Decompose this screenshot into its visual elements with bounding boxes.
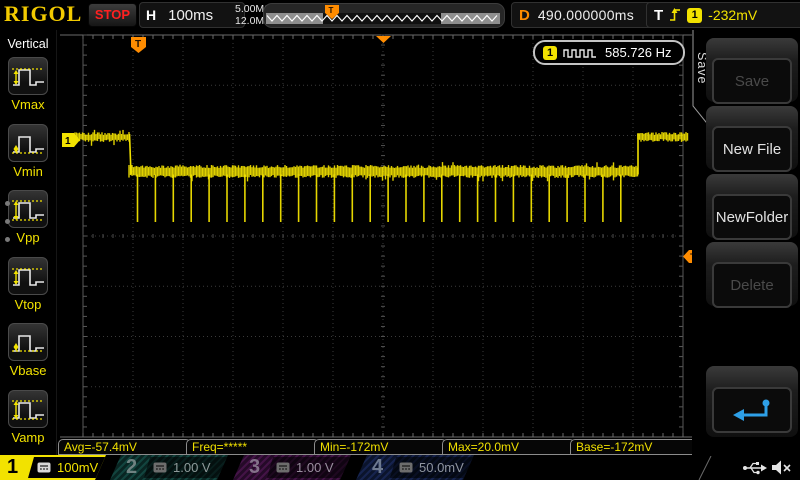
- sidebar-item-label: Vamp: [11, 430, 45, 445]
- trigger-source-chip: 1: [687, 7, 703, 23]
- trigger-position-flag[interactable]: T: [131, 37, 146, 53]
- sidebar-item-vmin[interactable]: Vmin: [0, 124, 56, 179]
- delay-value: 490.000000ms: [537, 7, 635, 23]
- sidebar-item-label: Vmax: [11, 97, 45, 112]
- trigger-level-value: -232mV: [708, 7, 758, 23]
- vamp-button[interactable]: [8, 390, 48, 428]
- horizontal-center-marker[interactable]: [376, 36, 391, 43]
- vamp-icon: [12, 400, 44, 420]
- channel-3-scale: 1.00 V: [296, 460, 334, 475]
- channel-1-button[interactable]: 1 100mV: [0, 455, 106, 480]
- waveform-display: 1TT 1 585.726 Hz: [57, 30, 700, 457]
- vpp-icon: [12, 200, 44, 221]
- channel-4-button[interactable]: 4 50.0mV: [356, 455, 474, 480]
- freq-counter-value: 585.726 Hz: [605, 45, 672, 60]
- sidebar-item-label: Vbase: [9, 363, 47, 378]
- rigol-logo: RIGOL: [4, 1, 83, 26]
- delete-button[interactable]: Delete: [712, 262, 792, 308]
- rising-edge-icon: [670, 8, 681, 21]
- svg-text:T: T: [135, 39, 141, 50]
- sidebar-item-vamp[interactable]: Vamp: [0, 390, 56, 445]
- horizontal-label: H: [146, 7, 157, 23]
- new-file-button[interactable]: New File: [712, 126, 792, 172]
- save-button[interactable]: Save: [712, 58, 792, 104]
- measurement-freq: Freq=*****: [186, 439, 319, 455]
- vtop-icon: [12, 268, 44, 286]
- delay-label: D: [519, 6, 530, 24]
- channel-status-bar: 1 100mV 2 1.00 V 3 1.00 V 4 50.0mV: [0, 455, 800, 480]
- measurement-avg: Avg=-57.4mV: [58, 439, 191, 455]
- run-state-indicator: STOP: [88, 3, 137, 27]
- measurement-min: Min=-172mV: [314, 439, 447, 455]
- measurement-max: Max=20.0mV: [442, 439, 575, 455]
- speaker-muted-icon: [772, 460, 791, 475]
- channel-2-button[interactable]: 2 1.00 V: [110, 455, 228, 480]
- pulse-train-icon: [563, 48, 596, 58]
- sidebar-item-label: Vmin: [13, 164, 43, 179]
- freq-counter-channel-chip: 1: [543, 45, 557, 60]
- more-items-dots: [0, 188, 10, 242]
- channel-1-number: 1: [7, 456, 19, 478]
- horizontal-delay-badge: D 490.000000ms: [511, 2, 657, 28]
- svg-text:T: T: [329, 6, 334, 15]
- dc-coupling-icon: [399, 462, 413, 473]
- channel-3-button[interactable]: 3 1.00 V: [233, 455, 351, 480]
- channel-2-scale: 1.00 V: [173, 460, 211, 475]
- dc-coupling-icon: [37, 462, 51, 473]
- timebase-value: 100ms: [168, 6, 214, 24]
- vpp-button[interactable]: [8, 190, 48, 228]
- graticule: 1TT: [60, 34, 700, 438]
- usb-icon: [743, 462, 767, 475]
- svg-text:1: 1: [65, 136, 71, 147]
- channel-4-number: 4: [372, 456, 384, 478]
- sidebar-item-label: Vtop: [14, 297, 42, 312]
- channel-3-number: 3: [249, 456, 261, 478]
- sidebar-item-vbase[interactable]: Vbase: [0, 323, 56, 378]
- memory-preview-waveform: T: [266, 5, 500, 24]
- waveform-trace-ch1: [74, 129, 689, 222]
- measure-sidebar: Vertical Vmax Vmin Vpp Vtop Vbase Vamp: [0, 30, 57, 455]
- vbase-icon: [12, 335, 44, 352]
- sidebar-title: Vertical: [7, 37, 49, 51]
- channel-4-scale: 50.0mV: [419, 460, 464, 475]
- vmin-button[interactable]: [8, 124, 48, 162]
- vmin-icon: [12, 136, 44, 154]
- vmax-button[interactable]: [8, 57, 48, 95]
- horizontal-timebase-badge: H 100ms: [139, 2, 245, 28]
- memory-preview-strip: T: [263, 3, 505, 28]
- menu-panel-save: Save Save New File NewFolder Delete: [692, 30, 800, 455]
- return-arrow-icon: [733, 399, 770, 421]
- new-folder-button[interactable]: NewFolder: [712, 194, 792, 240]
- top-status-bar: RIGOL STOP H 100ms 5.00MSa/s 12.0M pts T…: [0, 0, 800, 30]
- sidebar-item-vtop[interactable]: Vtop: [0, 257, 56, 312]
- trigger-status-badge: T 1 -232mV: [646, 2, 800, 28]
- dc-coupling-icon: [153, 462, 167, 473]
- channel-2-number: 2: [126, 456, 138, 478]
- vbase-button[interactable]: [8, 323, 48, 361]
- channel-1-scale: 100mV: [57, 460, 99, 475]
- trigger-label: T: [654, 6, 664, 24]
- measurement-base: Base=-172mV: [570, 439, 703, 455]
- sidebar-item-vmax[interactable]: Vmax: [0, 57, 56, 112]
- statusbar-separator: [698, 456, 712, 480]
- vmax-icon: [12, 68, 44, 86]
- return-button[interactable]: [712, 387, 792, 433]
- frequency-counter-badge: 1 585.726 Hz: [533, 40, 685, 65]
- vtop-button[interactable]: [8, 257, 48, 295]
- dc-coupling-icon: [276, 462, 290, 473]
